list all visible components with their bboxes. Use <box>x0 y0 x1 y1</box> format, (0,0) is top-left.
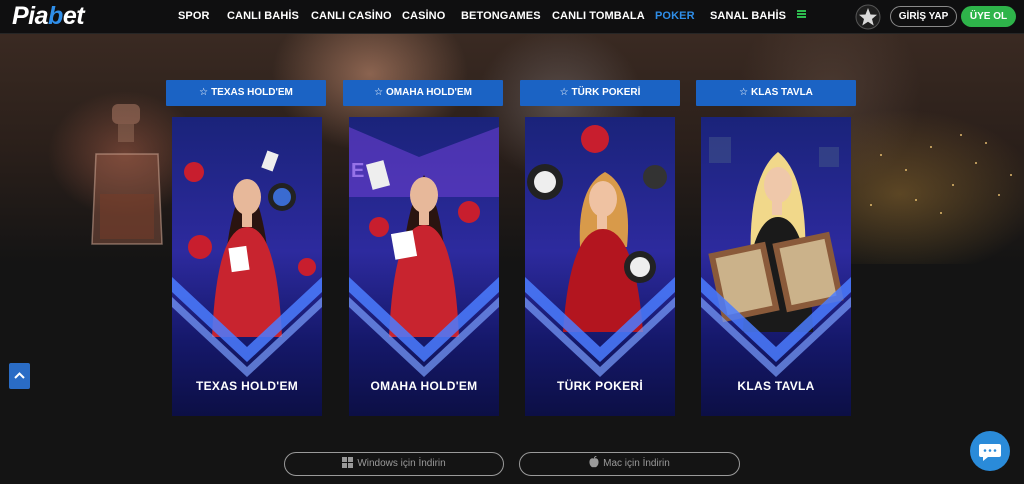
card-title: TÜRK POKERİ <box>557 379 643 393</box>
hamburger-icon[interactable] <box>797 10 806 18</box>
nav-item-sanal-bahis[interactable]: SANAL BAHİS <box>710 10 786 22</box>
dealer-illustration <box>701 137 851 377</box>
windows-download-button[interactable]: Windows için İndirin <box>284 452 504 476</box>
top-nav: Piabet SPOR CANLI BAHİS CANLI CASİNO CAS… <box>0 0 1024 34</box>
chevron-up-icon <box>14 372 25 379</box>
star-badge-icon <box>855 4 881 30</box>
card-title: TEXAS HOLD'EM <box>195 379 299 393</box>
mac-download-button[interactable]: Mac için İndirin <box>519 452 740 476</box>
hero-background <box>0 34 1024 264</box>
star-icon: ☆ <box>739 87 749 98</box>
card-title: KLAS TAVLA <box>737 379 815 393</box>
game-card-klas-tavla[interactable]: KLAS TAVLA <box>701 117 851 416</box>
nav-item-poker[interactable]: POKER <box>655 10 695 22</box>
tab-omaha-holdem[interactable]: ☆ OMAHA HOLD'EM <box>343 80 503 106</box>
star-icon: ☆ <box>374 87 384 98</box>
game-card-turk-pokeri[interactable]: TÜRK POKERİ <box>525 117 675 416</box>
chat-bubble-icon <box>979 444 1001 461</box>
dealer-illustration <box>172 150 322 377</box>
scroll-to-top-button[interactable] <box>9 363 30 389</box>
tab-turk-pokeri[interactable]: ☆ TÜRK POKERİ <box>520 80 680 106</box>
svg-text:E: E <box>351 160 364 182</box>
tab-texas-holdem[interactable]: ☆ TEXAS HOLD'EM <box>166 80 326 106</box>
decanter-image <box>91 104 163 245</box>
nav-item-canli-tombala[interactable]: CANLI TOMBALA <box>552 10 645 22</box>
game-card-omaha-holdem[interactable]: E OMAHA HOLD'EM <box>349 117 499 416</box>
star-icon: ☆ <box>559 87 569 98</box>
nav-item-betongames[interactable]: BETONGAMES <box>461 10 541 22</box>
windows-icon <box>342 457 354 468</box>
tab-klas-tavla[interactable]: ☆ KLAS TAVLA <box>696 80 856 106</box>
site-logo[interactable]: Piabet <box>12 3 85 30</box>
dealer-illustration <box>525 125 675 377</box>
nav-item-spor[interactable]: SPOR <box>178 10 210 22</box>
star-icon: ☆ <box>199 87 209 98</box>
card-title: OMAHA HOLD'EM <box>370 379 478 393</box>
nav-item-canli-bahis[interactable]: CANLI BAHİS <box>227 10 299 22</box>
nav-item-canli-casino[interactable]: CANLI CASİNO <box>311 10 392 22</box>
nav-item-casino[interactable]: CASİNO <box>402 10 445 22</box>
game-card-texas-holdem[interactable]: TEXAS HOLD'EM <box>172 117 322 416</box>
apple-icon <box>589 456 599 468</box>
dealer-illustration: E <box>349 127 499 377</box>
login-button[interactable]: GİRİŞ YAP <box>890 6 957 27</box>
live-chat-button[interactable] <box>970 431 1010 471</box>
register-button[interactable]: ÜYE OL <box>961 6 1016 27</box>
